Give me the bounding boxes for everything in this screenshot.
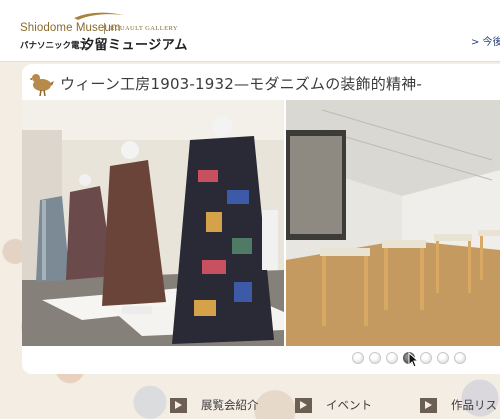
nav-item-events[interactable]: イベント xyxy=(295,396,372,414)
logo-divider xyxy=(104,23,105,34)
slide-dot[interactable] xyxy=(386,352,398,364)
arrow-right-icon xyxy=(170,397,187,413)
mouse-pointer-icon xyxy=(408,352,420,368)
slide-dot[interactable] xyxy=(454,352,466,364)
nav-label: 展覧会紹介 xyxy=(201,398,259,412)
logo-company-text[interactable]: パナソニック電工 xyxy=(20,39,88,51)
nav-label: 作品リス xyxy=(451,398,497,412)
nav-item-works-list[interactable]: 作品リス xyxy=(420,396,497,414)
exhibition-slideshow-image[interactable] xyxy=(22,100,500,346)
logo-swoosh-icon xyxy=(74,12,124,20)
slide-dot[interactable] xyxy=(437,352,449,364)
logo-museum-text[interactable]: Shiodome Museum xyxy=(20,22,121,34)
slide-dot[interactable] xyxy=(369,352,381,364)
bird-icon xyxy=(30,74,54,96)
arrow-right-icon xyxy=(295,397,312,413)
nav-item-exhibition[interactable]: 展覧会紹介 xyxy=(170,396,259,414)
bottom-navigation: 展覧会紹介 イベント 作品リス xyxy=(0,392,500,419)
upcoming-link[interactable]: > 今後 xyxy=(471,33,500,48)
exhibition-title[interactable]: ウィーン工房1903-1932—モダニズムの装飾的精神- xyxy=(60,73,422,94)
nav-label: イベント xyxy=(326,398,372,412)
slide-dot[interactable] xyxy=(420,352,432,364)
slide-dot[interactable] xyxy=(352,352,364,364)
logo-name-text[interactable]: 汐留ミュージアム xyxy=(81,34,188,53)
site-header: Shiodome Museum ROUAULT GALLERY パナソニック電工… xyxy=(0,0,500,62)
logo-gallery-text[interactable]: ROUAULT GALLERY xyxy=(110,25,178,32)
arrow-right-icon xyxy=(420,397,437,413)
